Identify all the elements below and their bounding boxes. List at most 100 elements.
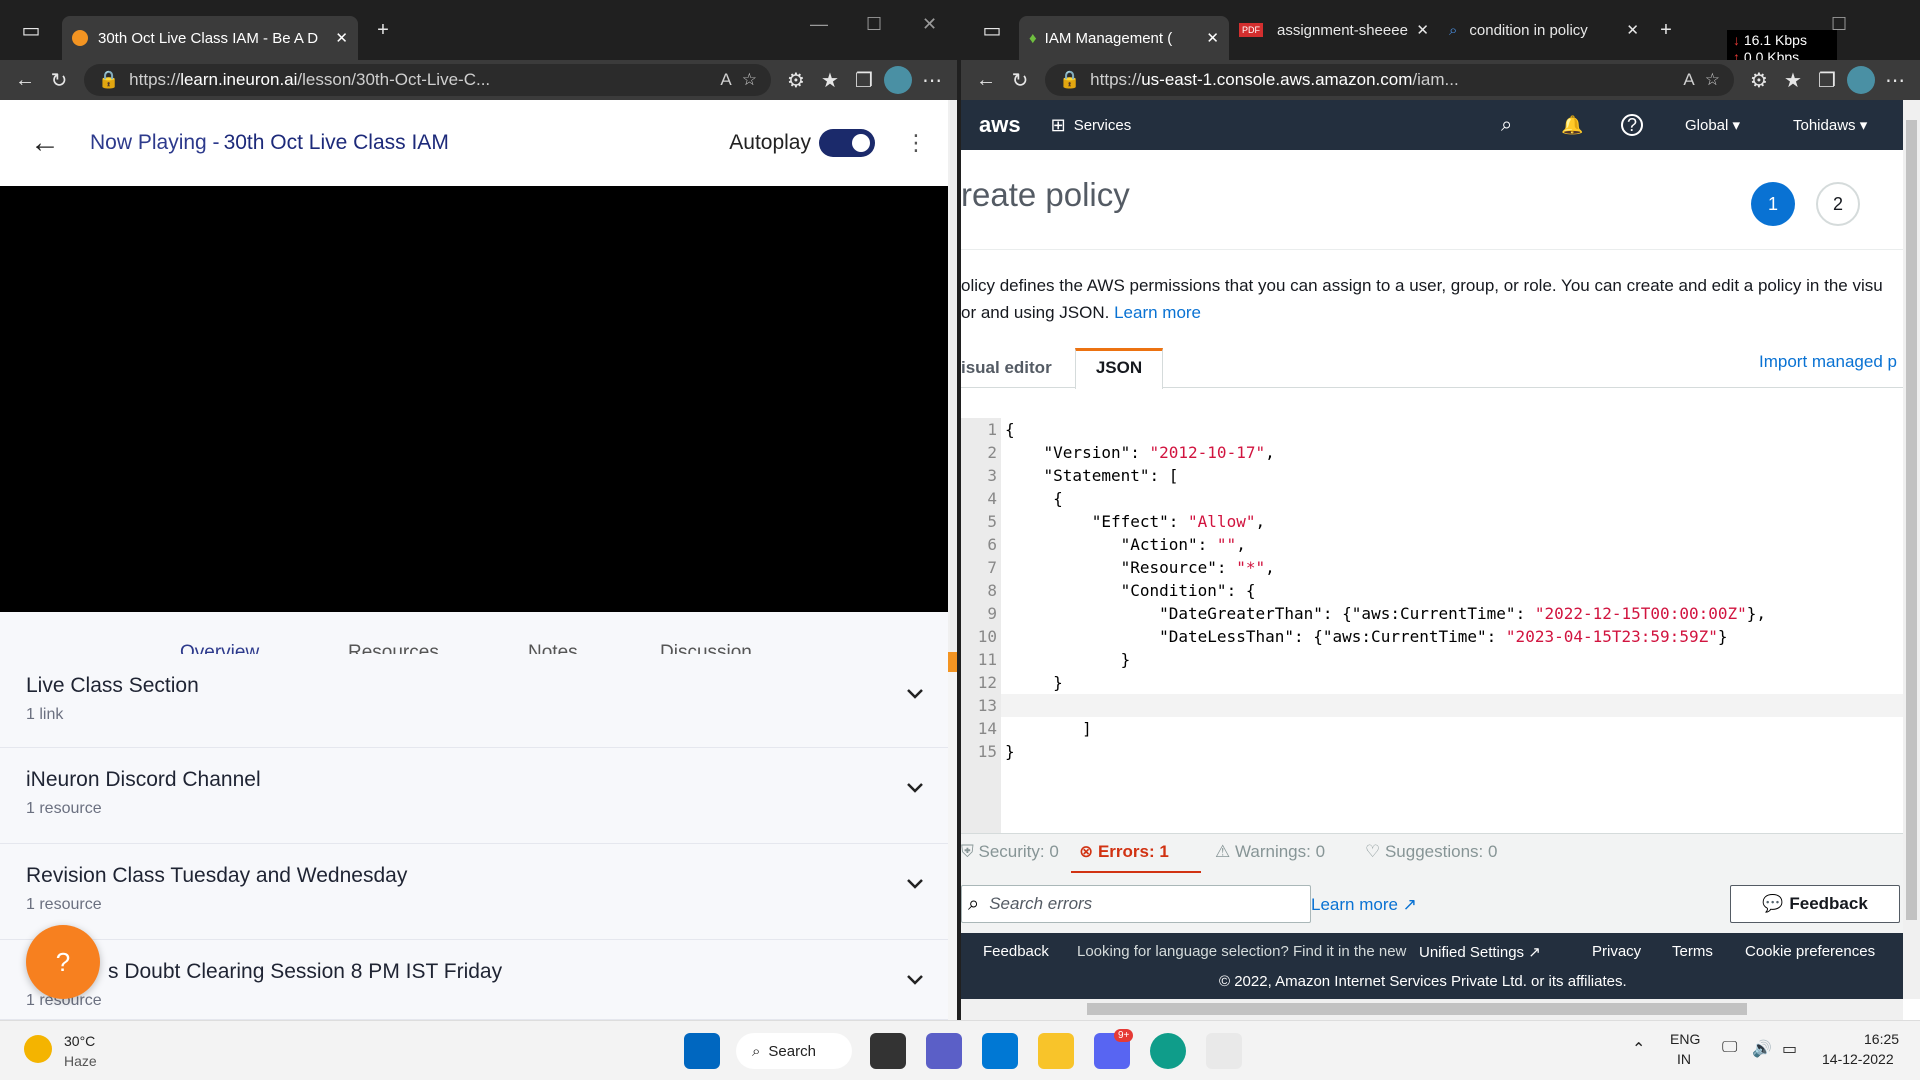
tab-visual-editor[interactable]: isual editor (961, 358, 1052, 378)
left-active-tab[interactable]: 30th Oct Live Class IAM - Be A D ✕ (62, 16, 358, 60)
profile-avatar[interactable] (1844, 63, 1878, 97)
step-1[interactable]: 1 (1751, 182, 1795, 226)
file-explorer-icon[interactable] (1038, 1033, 1074, 1069)
weather-sun-icon[interactable] (24, 1035, 52, 1063)
read-aloud-icon[interactable]: A (720, 70, 731, 90)
tab-resources[interactable]: Resources (348, 642, 439, 654)
left-scrollbar[interactable] (948, 100, 957, 1020)
task-view-icon[interactable] (870, 1033, 906, 1069)
code-line[interactable]: "Version": "2012-10-17", (1005, 441, 1903, 464)
close-window-icon[interactable]: ✕ (922, 14, 937, 35)
favorite-add-icon[interactable]: ☆ (1705, 70, 1720, 90)
suggestions-count[interactable]: ♡ Suggestions: 0 (1365, 842, 1497, 862)
footer-privacy-link[interactable]: Privacy (1592, 943, 1641, 960)
favorite-add-icon[interactable]: ☆ (742, 70, 757, 90)
import-managed-policy-link[interactable]: Import managed p (1759, 352, 1897, 372)
code-line[interactable]: "Condition": { (1005, 579, 1903, 602)
warnings-count[interactable]: ⚠ Warnings: 0 (1215, 842, 1325, 862)
back-arrow-icon[interactable]: ← (30, 126, 60, 160)
kebab-menu-icon[interactable]: ⋮ (905, 130, 927, 156)
autoplay-toggle[interactable] (819, 129, 875, 157)
code-line[interactable]: "Action": "", (1005, 533, 1903, 556)
learn-more-link[interactable]: Learn more (1114, 303, 1201, 322)
code-line[interactable]: "DateGreaterThan": {"aws:CurrentTime": "… (1005, 602, 1903, 625)
tab-notes[interactable]: Notes (528, 642, 578, 654)
store-icon[interactable] (982, 1033, 1018, 1069)
collections-icon[interactable]: ❐ (847, 63, 881, 97)
section-revision[interactable]: Revision Class Tuesday and Wednesday 1 r… (0, 844, 948, 940)
security-count[interactable]: ⛨ Security: 0 (961, 842, 1059, 862)
video-player[interactable] (0, 186, 948, 612)
aws-logo[interactable]: aws (979, 112, 1021, 138)
json-editor[interactable]: { "Version": "2012-10-17", "Statement": … (1001, 418, 1903, 833)
unified-settings-link[interactable]: Unified Settings ↗ (1419, 943, 1541, 961)
weather-temp[interactable]: 30°C (64, 1033, 95, 1049)
extensions-icon[interactable]: ⚙ (1742, 63, 1776, 97)
more-menu-icon[interactable]: ⋯ (915, 63, 949, 97)
tab-actions-icon[interactable]: ▭ (14, 13, 48, 47)
errors-count[interactable]: ⊗ Errors: 1 (1071, 834, 1201, 874)
profile-avatar[interactable] (881, 63, 915, 97)
code-line[interactable]: } (1005, 671, 1903, 694)
maximize-icon[interactable]: ☐ (866, 14, 882, 35)
footer-cookie-link[interactable]: Cookie preferences (1745, 943, 1875, 960)
clock-time[interactable]: 16:25 (1864, 1031, 1899, 1047)
close-tab-icon[interactable]: ✕ (1626, 21, 1639, 39)
taskbar-search[interactable]: ⌕ Search (736, 1033, 852, 1069)
battery-icon[interactable]: ▭ (1782, 1039, 1797, 1059)
maximize-icon[interactable]: ☐ (1831, 14, 1847, 35)
back-icon[interactable]: ← (969, 63, 1003, 97)
language-code[interactable]: ENG (1670, 1031, 1700, 1047)
code-line[interactable]: "Statement": [ (1005, 464, 1903, 487)
collections-icon[interactable]: ❐ (1810, 63, 1844, 97)
section-doubt-clearing[interactable]: s Doubt Clearing Session 8 PM IST Friday… (0, 940, 948, 1020)
section-discord[interactable]: iNeuron Discord Channel 1 resource (0, 748, 948, 844)
bell-icon[interactable]: 🔔 (1561, 115, 1583, 136)
search-icon[interactable]: ⌕ (1501, 114, 1512, 137)
new-tab-icon[interactable]: + (366, 13, 400, 47)
code-line[interactable]: "Resource": "*", (1005, 556, 1903, 579)
chevron-down-icon[interactable] (906, 688, 924, 700)
left-url-field[interactable]: 🔒 https://learn.ineuron.ai/lesson/30th-O… (84, 64, 771, 96)
more-menu-icon[interactable]: ⋯ (1878, 63, 1912, 97)
vertical-scrollbar[interactable] (1903, 100, 1920, 999)
close-tab-icon[interactable]: ✕ (335, 29, 348, 47)
tab-actions-icon[interactable]: ▭ (975, 13, 1009, 47)
chat-icon[interactable] (926, 1033, 962, 1069)
right-url-field[interactable]: 🔒 https://us-east-1.console.aws.amazon.c… (1045, 64, 1734, 96)
edge-icon[interactable] (1150, 1033, 1186, 1069)
code-line[interactable]: { (1005, 418, 1903, 441)
assignment-tab[interactable]: PDF assignment-sheeee ✕ (1229, 10, 1439, 50)
account-menu[interactable]: Tohidaws ▾ (1793, 116, 1867, 134)
section-live-class[interactable]: Live Class Section 1 link (0, 654, 948, 748)
region-menu[interactable]: Global ▾ (1685, 116, 1740, 134)
read-aloud-icon[interactable]: A (1683, 70, 1694, 90)
new-tab-icon[interactable]: + (1649, 13, 1683, 47)
feedback-button[interactable]: 💬 Feedback (1730, 885, 1900, 923)
code-line[interactable]: { (1005, 487, 1903, 510)
step-2[interactable]: 2 (1816, 182, 1860, 226)
volume-icon[interactable]: 🔊 (1752, 1039, 1772, 1059)
favorites-icon[interactable]: ★ (1776, 63, 1810, 97)
search-tab[interactable]: ⌕ condition in policy ✕ (1439, 10, 1649, 50)
favorites-icon[interactable]: ★ (813, 63, 847, 97)
code-line[interactable]: ] (1005, 717, 1903, 740)
close-tab-icon[interactable]: ✕ (1206, 29, 1219, 47)
iam-tab[interactable]: ♦ IAM Management ( ✕ (1019, 16, 1229, 60)
network-icon[interactable]: 🖵 (1722, 1039, 1737, 1057)
code-line[interactable]: "DateLessThan": {"aws:CurrentTime": "202… (1005, 625, 1903, 648)
services-menu[interactable]: Services (1074, 117, 1132, 134)
help-icon[interactable]: ? (1621, 114, 1643, 136)
tab-json[interactable]: JSON (1075, 348, 1163, 389)
search-errors-input[interactable]: ⌕ Search errors (961, 885, 1311, 923)
back-icon[interactable]: ← (8, 63, 42, 97)
snipping-tool-icon[interactable] (1206, 1033, 1242, 1069)
chevron-down-icon[interactable] (906, 878, 924, 890)
code-line[interactable]: "Effect": "Allow", (1005, 510, 1903, 533)
horizontal-scrollbar[interactable] (961, 999, 1903, 1020)
extensions-icon[interactable]: ⚙ (779, 63, 813, 97)
tab-overview[interactable]: Overview (180, 642, 259, 654)
footer-feedback-link[interactable]: Feedback (983, 943, 1049, 960)
minimize-icon[interactable]: — (810, 14, 828, 35)
tab-discussion[interactable]: Discussion (660, 642, 752, 654)
